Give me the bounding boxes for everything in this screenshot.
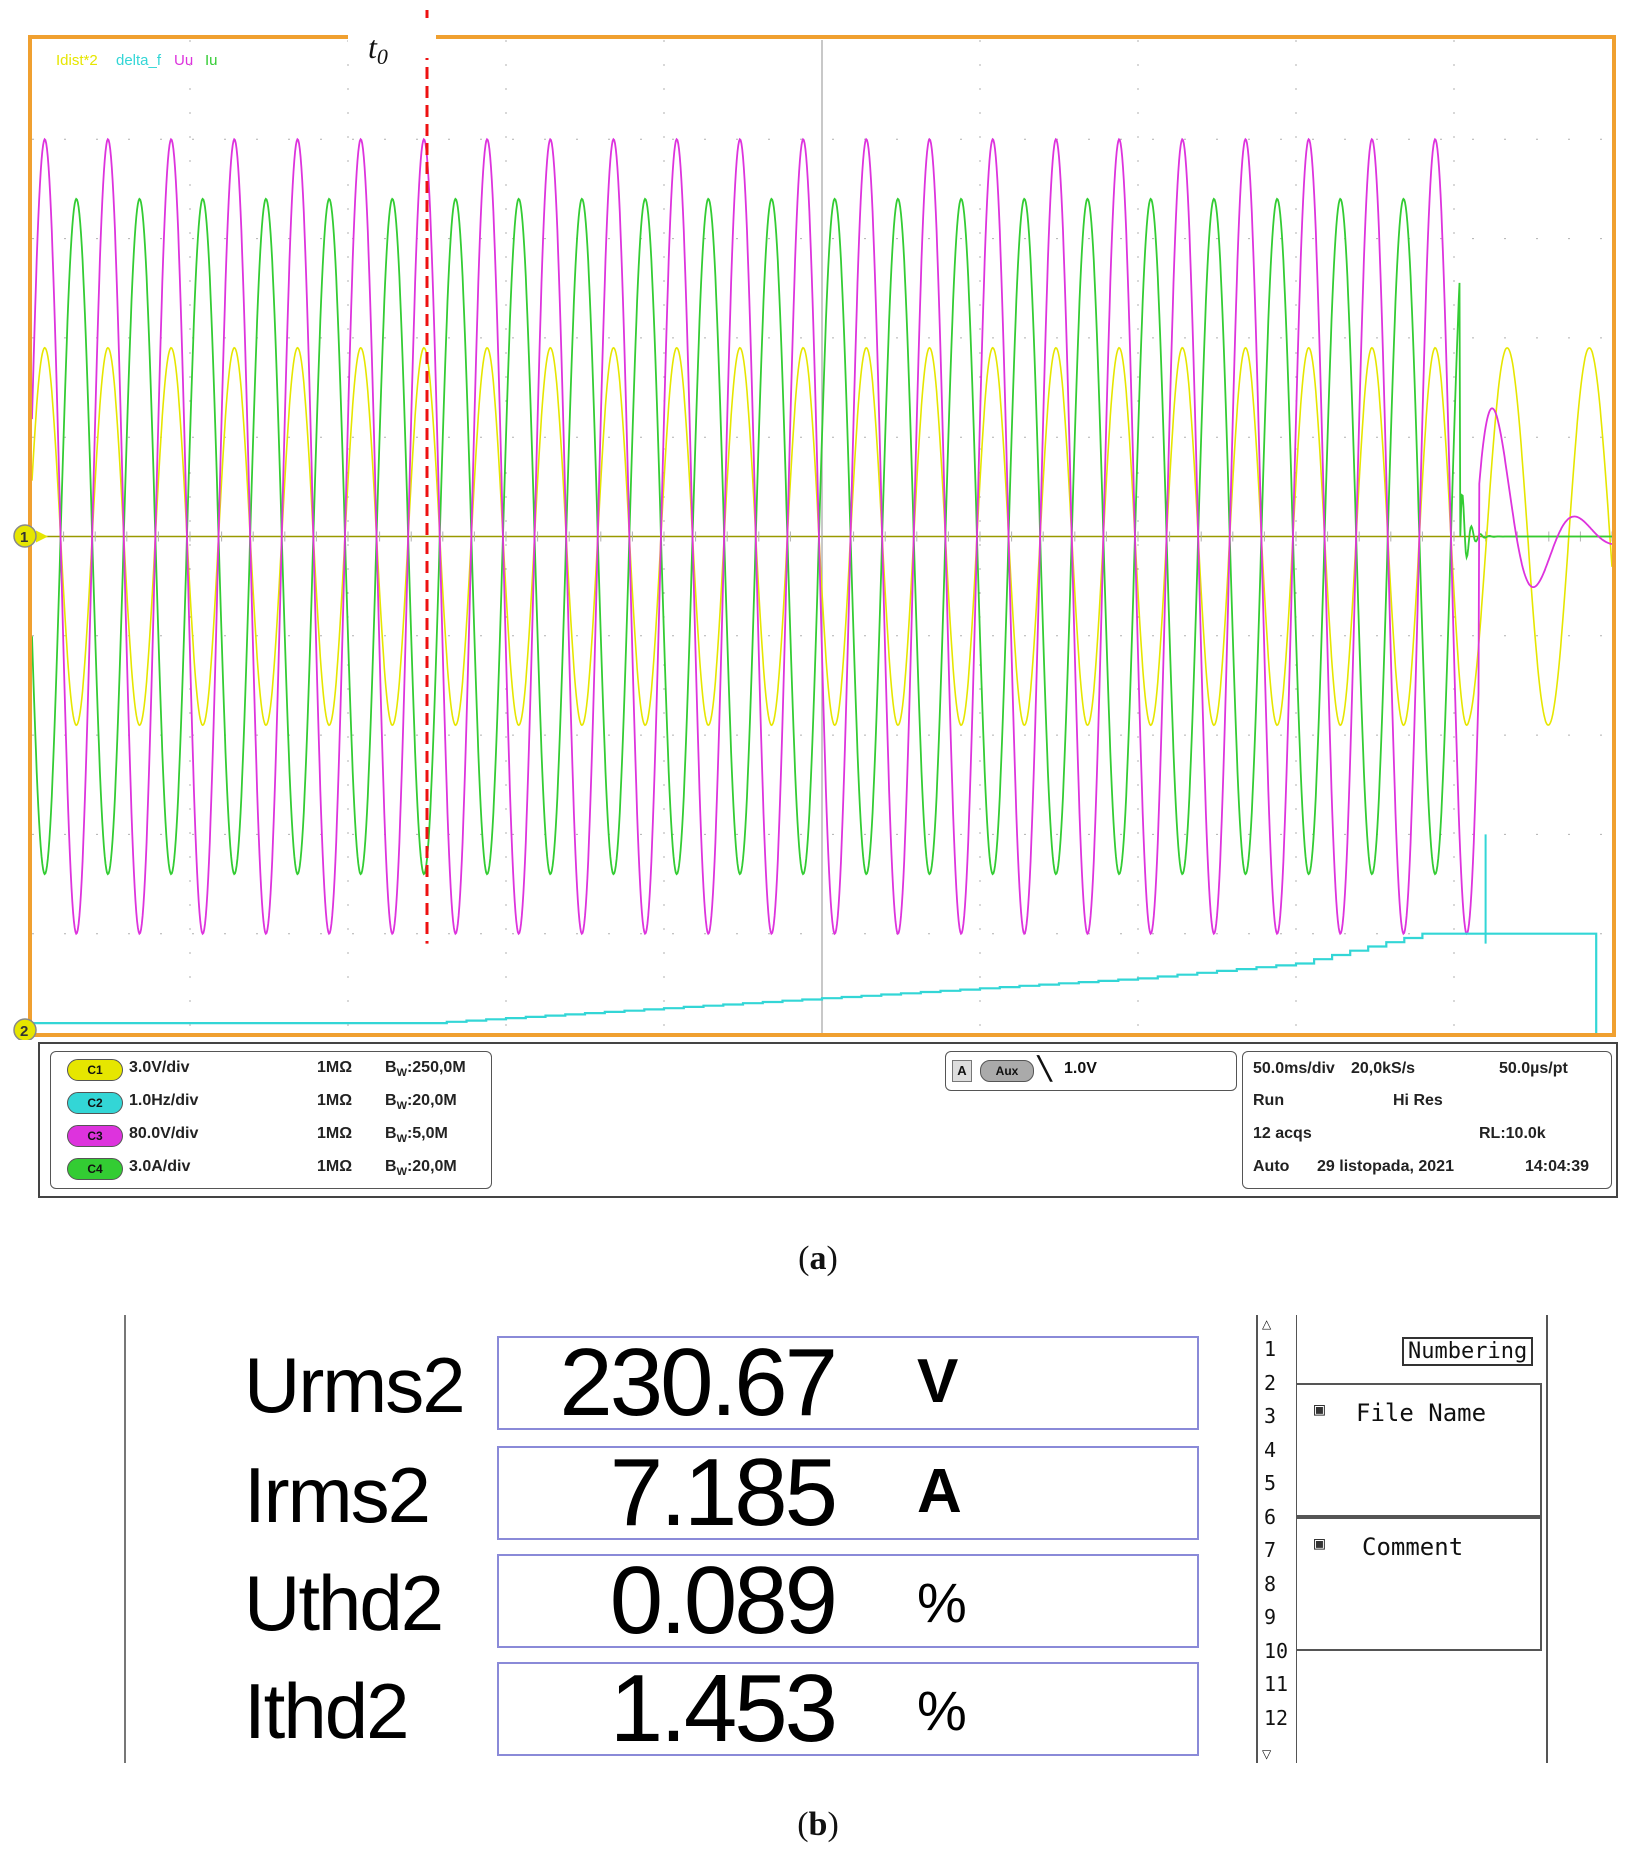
number-cell-6[interactable]: 6 [1260,1505,1290,1533]
channel-scale-c4: 3.0A/div [129,1158,191,1175]
number-cell-12[interactable]: 12 [1260,1706,1290,1734]
channel-badge-c4: C4 [67,1158,123,1180]
meter-box-uthd2: 0.089 % [497,1547,1199,1654]
number-cell-1[interactable]: 1 [1260,1337,1290,1365]
number-cell-10[interactable]: 10 [1260,1639,1290,1667]
meter-label-urms2: Urms2 [244,1341,466,1429]
number-cell-9[interactable]: 9 [1260,1605,1290,1633]
file-name-menu-item[interactable]: ▣ File Name [1296,1383,1542,1517]
time-per-div: 50.0ms/div [1253,1060,1335,1077]
legend-idist: Idist*2 [56,52,98,69]
comment-label: Comment [1362,1533,1464,1561]
number-cell-7[interactable]: 7 [1260,1538,1290,1566]
channel-badge-c1: C1 [67,1059,123,1081]
meter-label-irms2: Irms2 [244,1451,431,1539]
meter-box-urms2: 230.67 V [497,1329,1199,1436]
meter-box-ithd2: 1.453 % [497,1655,1199,1762]
meter-unit-irms2: A [917,1457,962,1526]
meter-unit-ithd2: % [917,1679,967,1742]
number-cell-2[interactable]: 2 [1260,1371,1290,1399]
channel-impedance-c1: 1MΩ [317,1059,353,1076]
number-cell-4[interactable]: 4 [1260,1438,1290,1466]
channel-row-c4[interactable]: C4 3.0A/div 1MΩ BW:20,0M [67,1153,487,1183]
caption-a: (a) [798,1240,838,1277]
meter-value-ithd2: 1.453 [609,1655,838,1762]
channel-row-c2[interactable]: C2 1.0Hz/div 1MΩ BW:20,0M [67,1087,487,1117]
channel-2-marker-label: 2 [20,1023,28,1040]
meter-label-ithd2: Ithd2 [244,1667,409,1755]
channel-bandwidth-c3: BW:5,0M [385,1125,448,1146]
channel-bandwidth-c4: BW:20,0M [385,1158,457,1179]
channel-scale-c2: 1.0Hz/div [129,1092,199,1109]
channel-badge-c3: C3 [67,1125,123,1147]
scroll-down-icon[interactable]: ▽ [1262,1747,1271,1761]
channel-row-c3[interactable]: C3 80.0V/div 1MΩ BW:5,0M [67,1120,487,1150]
meter-left-rule [124,1315,126,1763]
sample-rate: 20,0kS/s [1351,1060,1416,1077]
numbering-menu: Numbering ▣ File Name ▣ Comment [1296,1315,1548,1763]
trigger-mode: A [952,1060,972,1082]
scroll-up-icon[interactable]: △ [1262,1317,1271,1331]
legend-delta-f: delta_f [116,52,162,69]
channel-bandwidth-c1: BW:250,0M [385,1059,466,1080]
record-length: RL:10.0k [1479,1125,1546,1142]
trigger-settings-box[interactable]: A Aux ╲ 1.0V [945,1051,1237,1091]
caption-b: (b) [797,1806,839,1843]
acquisition-time: 14:04:39 [1525,1158,1590,1175]
timebase-box[interactable]: 50.0ms/div 20,0kS/s 50.0µs/pt Run Hi Res… [1242,1051,1612,1189]
meter-box-irms2: 7.185 A [497,1439,1199,1546]
trigger-auto-mode: Auto [1253,1158,1290,1175]
marker-label-sub: 0 [377,44,388,69]
meter-value-uthd2: 0.089 [609,1547,838,1654]
number-cell-8[interactable]: 8 [1260,1572,1290,1600]
meter-side-panel: △ 1 2 3 4 5 6 7 8 9 10 11 12 ▽ Numbering ▣ File Nam… [1256,1315,1548,1763]
run-state: Run [1253,1092,1285,1109]
meter-value-irms2: 7.185 [609,1439,838,1546]
trigger-level: 1.0V [1064,1060,1097,1077]
channel-2-marker[interactable]: 2 [13,1018,37,1040]
trigger-slope-icon: ╲ [1038,1056,1052,1081]
comment-icon: ▣ [1314,1533,1325,1554]
acquisition-mode: Hi Res [1393,1092,1443,1109]
channel-impedance-c2: 1MΩ [317,1092,353,1109]
oscilloscope-screen: Idist*2 delta_f Uu Iu t0 1 2 [0,0,1636,1040]
meter-label-uthd2: Uthd2 [244,1559,444,1647]
meter-unit-urms2: V [917,1347,959,1416]
channel-badge-c2: C2 [67,1092,123,1114]
channel-bandwidth-c2: BW:20,0M [385,1092,457,1113]
channel-1-marker-label: 1 [20,529,28,546]
file-name-icon: ▣ [1314,1399,1325,1420]
channel-scale-c3: 80.0V/div [129,1125,199,1142]
meter-unit-uthd2: % [917,1571,967,1634]
channel-1-marker[interactable]: 1 [13,524,37,548]
numbering-strip: △ 1 2 3 4 5 6 7 8 9 10 11 12 ▽ [1256,1315,1297,1763]
number-cell-3[interactable]: 3 [1260,1404,1290,1432]
acquisition-count: 12 acqs [1253,1125,1312,1142]
channel-settings-box: C1 3.0V/div 1MΩ BW:250,0M C2 1.0Hz/div 1… [50,1051,492,1189]
legend-uu: Uu [174,52,193,69]
comment-menu-item[interactable]: ▣ Comment [1296,1517,1542,1651]
point-spacing: 50.0µs/pt [1499,1060,1568,1077]
scope-info-bar: C1 3.0V/div 1MΩ BW:250,0M C2 1.0Hz/div 1… [38,1042,1618,1198]
marker-label-background [348,18,436,58]
channel-impedance-c3: 1MΩ [317,1125,353,1142]
meter-value-urms2: 230.67 [559,1329,838,1436]
channel-row-c1[interactable]: C1 3.0V/div 1MΩ BW:250,0M [67,1054,487,1084]
number-cell-5[interactable]: 5 [1260,1471,1290,1499]
trigger-source: Aux [980,1060,1034,1082]
numbering-button[interactable]: Numbering [1402,1337,1534,1366]
legend-iu: Iu [205,52,218,69]
acquisition-date: 29 listopada, 2021 [1317,1158,1454,1175]
channel-impedance-c4: 1MΩ [317,1158,353,1175]
channel-scale-c1: 3.0V/div [129,1059,190,1076]
number-cell-11[interactable]: 11 [1260,1672,1290,1700]
file-name-label: File Name [1356,1399,1487,1427]
